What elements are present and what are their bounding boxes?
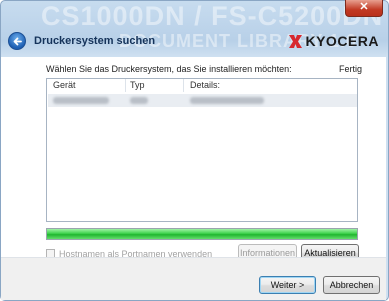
cancel-button[interactable]: Abbrechen (323, 276, 380, 294)
blurred-device-name (53, 97, 109, 104)
status-text: Fertig (339, 64, 363, 74)
kyocera-logo: KYOCERA (289, 33, 379, 49)
close-button[interactable]: ✕ (345, 0, 383, 17)
search-progress-bar (46, 228, 358, 240)
watermark-text: CS1000DN / FS-C5200DN / FS (41, 1, 388, 31)
back-button[interactable] (8, 32, 26, 50)
instruction-text: Wählen Sie das Druckersystem, das Sie in… (46, 64, 292, 74)
kyocera-logo-mark-icon (289, 34, 303, 48)
logo-text: KYOCERA (305, 33, 379, 49)
progress-fill (47, 229, 357, 239)
column-separator (125, 79, 126, 92)
column-header-details[interactable]: Details: (190, 80, 220, 90)
dialog-title: Druckersystem suchen (34, 35, 156, 47)
column-header-type[interactable]: Typ (130, 80, 145, 90)
close-icon: ✕ (359, 1, 369, 13)
blurred-details (190, 97, 264, 104)
column-header-device[interactable]: Gerät (53, 80, 76, 90)
back-arrow-icon (13, 37, 22, 46)
blurred-type (130, 97, 148, 104)
next-button[interactable]: Weiter > (259, 276, 316, 294)
column-separator (183, 79, 184, 92)
